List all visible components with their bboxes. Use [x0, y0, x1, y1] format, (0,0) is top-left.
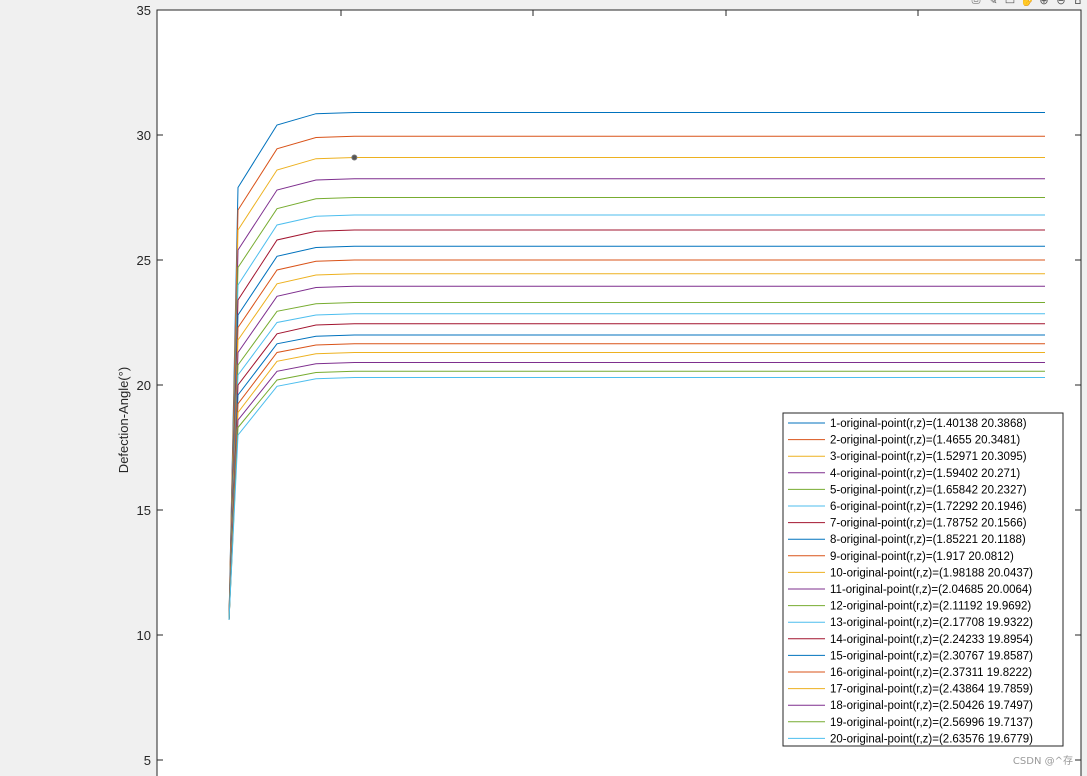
data-tip-dot[interactable]	[351, 154, 358, 161]
legend-entry-label: 14-original-point(r,z)=(2.24233 19.8954)	[830, 634, 1033, 646]
legend-entry-label: 19-original-point(r,z)=(2.56996 19.7137)	[830, 717, 1033, 729]
home-icon[interactable]: ⌂	[1071, 0, 1085, 7]
data-tip-marker	[351, 154, 358, 161]
legend-entry-label: 10-original-point(r,z)=(1.98188 20.0437)	[830, 567, 1033, 579]
zoom-out-icon[interactable]: ⊖	[1054, 0, 1068, 7]
axes-toolbar: ⎙✎▭✋⊕⊖⌂	[969, 0, 1085, 7]
legend-entry-label: 8-original-point(r,z)=(1.85221 20.1188)	[830, 534, 1026, 546]
y-tick-label: 20	[137, 378, 151, 393]
figure: 5 10 15 20 25 30 35 Defection-Angle(°) 1-origi…	[0, 0, 1087, 776]
legend-entry-label: 7-original-point(r,z)=(1.78752 20.1566)	[830, 518, 1027, 530]
legend-entry-label: 13-original-point(r,z)=(2.17708 19.9322)	[830, 617, 1033, 629]
legend-entry-label: 3-original-point(r,z)=(1.52971 20.3095)	[830, 451, 1027, 463]
y-tick-label: 30	[137, 128, 151, 143]
y-tick-label: 10	[137, 628, 151, 643]
legend-entry-label: 2-original-point(r,z)=(1.4655 20.3481)	[830, 435, 1020, 447]
legend-entry-label: 15-original-point(r,z)=(2.30767 19.8587)	[830, 650, 1033, 662]
legend-entry-label: 20-original-point(r,z)=(2.63576 19.6779)	[830, 733, 1033, 745]
legend-entry-label: 16-original-point(r,z)=(2.37311 19.8222)	[830, 667, 1032, 679]
legend-entry-label: 9-original-point(r,z)=(1.917 20.0812)	[830, 551, 1014, 563]
legend-entry-label: 5-original-point(r,z)=(1.65842 20.2327)	[830, 484, 1027, 496]
export-icon[interactable]: ⎙	[969, 0, 983, 6]
legend-entry-label: 4-original-point(r,z)=(1.59402 20.271)	[830, 468, 1020, 480]
y-tick-label: 25	[137, 253, 151, 268]
legend-entry-label: 12-original-point(r,z)=(2.11192 19.9692)	[830, 601, 1031, 613]
y-tick-label: 15	[137, 503, 151, 518]
brush-icon[interactable]: ✎	[986, 0, 1000, 7]
legend-entry-label: 1-original-point(r,z)=(1.40138 20.3868)	[830, 418, 1027, 430]
legend-entry-label: 17-original-point(r,z)=(2.43864 19.7859)	[830, 684, 1033, 696]
y-tick-label: 35	[137, 3, 151, 18]
watermark: CSDN @^存	[1012, 756, 1073, 767]
pan-icon[interactable]: ✋	[1020, 0, 1034, 7]
legend-entry-label: 6-original-point(r,z)=(1.72292 20.1946)	[830, 501, 1027, 513]
rotate-icon[interactable]: ▭	[1003, 0, 1017, 7]
zoom-in-icon[interactable]: ⊕	[1037, 0, 1051, 7]
y-tick-label: 5	[144, 753, 151, 768]
y-axis-label: Defection-Angle(°)	[116, 367, 131, 473]
legend-entry-label: 11-original-point(r,z)=(2.04685 20.0064)	[830, 584, 1032, 596]
legend-entry-label: 18-original-point(r,z)=(2.50426 19.7497)	[830, 700, 1033, 712]
legend[interactable]: 1-original-point(r,z)=(1.40138 20.3868) 2…	[782, 412, 1064, 747]
